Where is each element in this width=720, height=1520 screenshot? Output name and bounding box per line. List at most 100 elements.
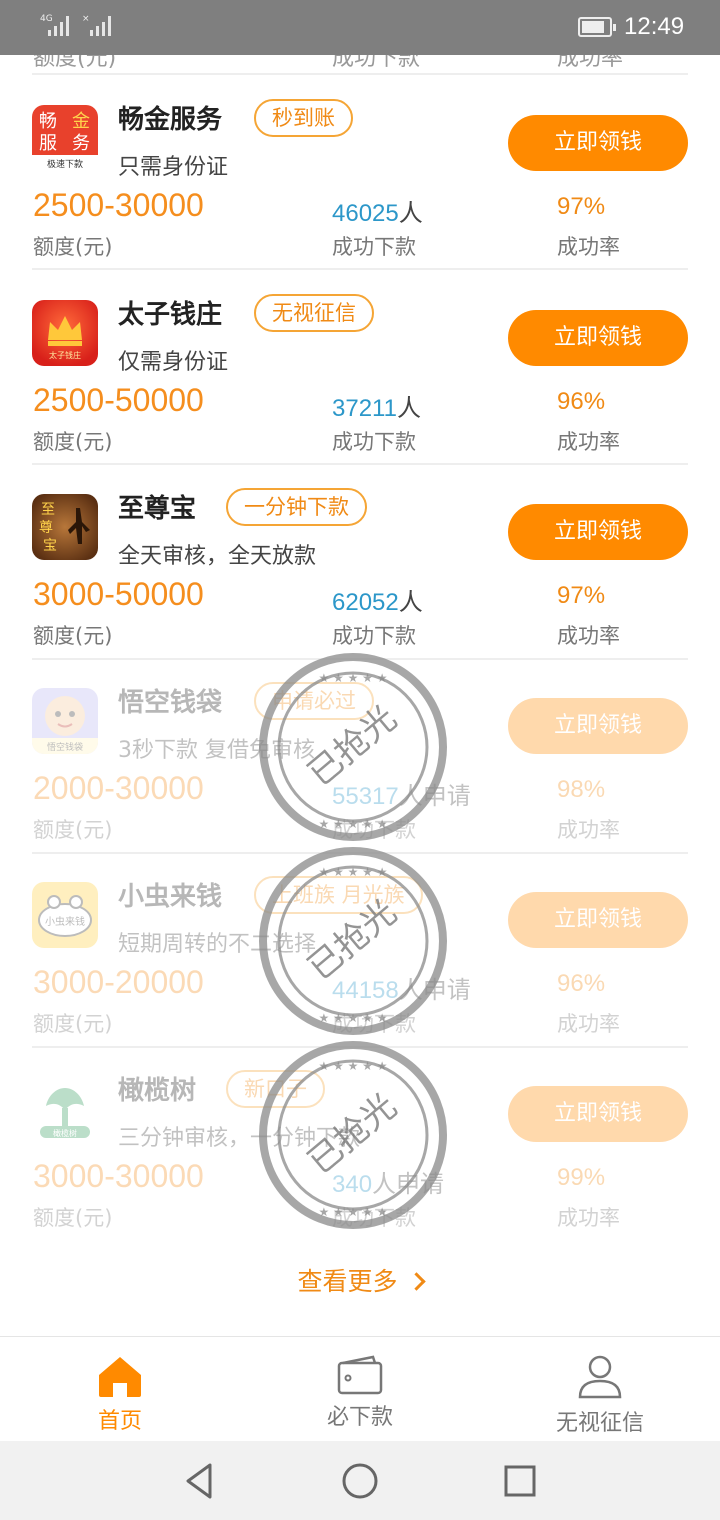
svg-text:尊: 尊 <box>39 519 53 536</box>
tab-must-loan[interactable]: 必下款 <box>270 1337 450 1442</box>
amount-label: 额度(元) <box>33 1012 113 1036</box>
zhizunbao-logo: 至 尊 宝 <box>32 494 98 560</box>
status-time: 12:49 <box>624 13 685 40</box>
home-icon <box>99 1357 141 1397</box>
svg-text:小虫来钱: 小虫来钱 <box>45 915 85 928</box>
changjin-logo: 畅 金 服 务 极速下款 <box>32 105 98 171</box>
rate-label: 成功率 <box>557 624 620 648</box>
loan-name: 橄榄树 <box>118 1076 197 1106</box>
loan-card-changjin[interactable]: 畅 金 服 务 极速下款 畅金服务 秒到账 只需身份证 立即领钱 2500-30… <box>0 75 720 269</box>
wallet-icon <box>337 1355 383 1395</box>
loan-desc: 仅需身份证 <box>118 350 229 375</box>
amount-label: 额度(元) <box>33 1206 113 1230</box>
amount-label: 额度(元) <box>33 430 113 454</box>
loan-amount: 3000-20000 <box>33 964 204 1000</box>
get-money-button[interactable]: 立即领钱 <box>508 310 688 366</box>
svg-text:服: 服 <box>39 133 57 154</box>
loan-card-taizi[interactable]: 太子钱庄 太子钱庄 无视征信 仅需身份证 立即领钱 2500-50000 额度(… <box>0 270 720 464</box>
loan-card-ganlanshu: 橄榄树 橄榄树 新口子 三分钟审核，一分钟下款 立即领钱 3000-30000 … <box>0 1046 720 1240</box>
see-more-link[interactable]: 查看更多 <box>0 1262 720 1308</box>
get-money-button: 立即领钱 <box>508 698 688 754</box>
user-icon <box>578 1355 622 1399</box>
loan-desc: 短期周转的不二选择 <box>118 932 317 957</box>
loan-card-xiaochong: 小虫来钱 小虫来钱 上班族 月光族 短期周转的不二选择 立即领钱 3000-20… <box>0 852 720 1046</box>
battery-icon <box>578 17 616 37</box>
rate-label: 成功率 <box>557 818 620 842</box>
rate-label: 成功率 <box>557 1012 620 1036</box>
count-label: 成功下款 <box>332 1012 416 1036</box>
svg-text:橄榄树: 橄榄树 <box>53 1128 77 1138</box>
loan-tag: 无视征信 <box>254 294 374 332</box>
loan-tag: 申请必过 <box>254 682 374 720</box>
loan-amount: 3000-50000 <box>33 576 204 612</box>
success-count: 46025人 <box>332 199 423 227</box>
tab-no-credit-check[interactable]: 无视征信 <box>510 1337 690 1442</box>
tab-home[interactable]: 首页 <box>30 1337 210 1442</box>
ganlanshu-logo: 橄榄树 <box>32 1076 98 1142</box>
loan-name: 至尊宝 <box>118 494 197 524</box>
success-count: 37211人 <box>332 394 421 422</box>
svg-text:务: 务 <box>72 133 90 154</box>
rate-label: 成功率 <box>557 235 620 259</box>
svg-text:金: 金 <box>72 111 90 132</box>
svg-text:至: 至 <box>41 502 55 518</box>
back-icon[interactable] <box>180 1461 220 1501</box>
svg-text:悟空钱袋: 悟空钱袋 <box>47 741 83 753</box>
success-rate: 99% <box>557 1164 606 1191</box>
loan-name: 悟空钱袋 <box>118 688 223 718</box>
count-label: 成功下款 <box>332 818 416 842</box>
loan-tag: 新口子 <box>226 1070 325 1108</box>
loan-desc: 全天审核，全天放款 <box>118 544 317 569</box>
svg-text:畅: 畅 <box>39 111 57 132</box>
xiaochong-logo: 小虫来钱 <box>32 882 98 948</box>
success-count: 340人申请 <box>332 1170 445 1198</box>
loan-desc: 三分钟审核，一分钟下款 <box>118 1126 361 1151</box>
loan-name: 太子钱庄 <box>118 300 223 330</box>
loan-name: 小虫来钱 <box>118 882 223 912</box>
recents-icon[interactable] <box>500 1461 540 1501</box>
success-rate: 98% <box>557 776 606 803</box>
success-count: 55317人申请 <box>332 782 471 810</box>
count-label: 成功下款 <box>332 430 416 454</box>
get-money-button: 立即领钱 <box>508 892 688 948</box>
see-more-label: 查看更多 <box>297 1267 398 1296</box>
bottom-tab-bar: 首页 必下款 无视征信 <box>0 1336 720 1441</box>
svg-text:宝: 宝 <box>43 538 57 554</box>
loan-tag: 一分钟下款 <box>226 488 367 526</box>
success-rate: 96% <box>557 970 606 997</box>
loan-amount: 2500-30000 <box>33 187 204 223</box>
loan-amount: 2000-30000 <box>33 770 204 806</box>
get-money-button[interactable]: 立即领钱 <box>508 115 688 171</box>
loan-name: 畅金服务 <box>118 105 223 135</box>
home-circle-icon[interactable] <box>340 1461 380 1501</box>
system-nav-bar <box>0 1441 720 1520</box>
amount-label: 额度(元) <box>33 235 113 259</box>
success-rate: 96% <box>557 388 606 415</box>
svg-text:极速下款: 极速下款 <box>47 158 83 170</box>
status-bar: 4G × 12:49 <box>0 0 720 55</box>
success-count: 44158人申请 <box>332 976 471 1004</box>
loan-tag: 秒到账 <box>254 99 353 137</box>
rate-label: 成功率 <box>557 1206 620 1230</box>
get-money-button[interactable]: 立即领钱 <box>508 504 688 560</box>
count-label: 成功下款 <box>332 624 416 648</box>
loan-desc: 3秒下款 复借免审核 <box>118 738 315 763</box>
loan-amount: 2500-50000 <box>33 382 204 418</box>
rate-label: 成功率 <box>557 430 620 454</box>
amount-label: 额度(元) <box>33 624 113 648</box>
loan-desc: 只需身份证 <box>118 155 229 180</box>
success-rate: 97% <box>557 582 606 609</box>
chevron-right-icon <box>406 1272 426 1291</box>
loan-card-zhizunbao[interactable]: 至 尊 宝 至尊宝 一分钟下款 全天审核，全天放款 立即领钱 3000-5000… <box>0 464 720 658</box>
get-money-button: 立即领钱 <box>508 1086 688 1142</box>
loan-card-wukong: 悟空钱袋 悟空钱袋 申请必过 3秒下款 复借免审核 立即领钱 2000-3000… <box>0 658 720 852</box>
taizi-logo: 太子钱庄 <box>32 300 98 366</box>
loan-amount: 3000-30000 <box>33 1158 204 1194</box>
success-rate: 97% <box>557 193 606 220</box>
success-count: 62052人 <box>332 588 423 616</box>
svg-text:太子钱庄: 太子钱庄 <box>49 350 81 360</box>
loan-tag: 上班族 月光族 <box>254 876 423 914</box>
wukong-logo: 悟空钱袋 <box>32 688 98 754</box>
count-label: 成功下款 <box>332 235 416 259</box>
amount-label: 额度(元) <box>33 818 113 842</box>
